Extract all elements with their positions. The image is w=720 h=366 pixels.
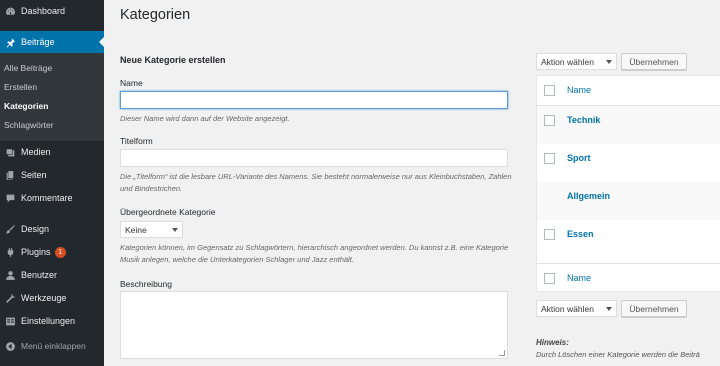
category-link[interactable]: Essen [567, 229, 594, 239]
submenu-categories[interactable]: Kategorien [4, 101, 48, 111]
bulk-action-top-value: Aktion wählen [541, 56, 594, 67]
collapse-menu-label: Menü einklappen [21, 341, 86, 351]
menu-design[interactable]: Design [0, 218, 104, 240]
parent-selected-value: Keine [125, 224, 147, 235]
main-content: Kategorien Neue Kategorie erstellen Name… [104, 0, 720, 366]
submenu-new-post[interactable]: Erstellen [4, 82, 37, 92]
submenu-tags[interactable]: Schlagwörter [4, 120, 54, 130]
menu-settings[interactable]: Einstellungen [0, 310, 104, 332]
collapse-menu-button[interactable]: Menü einklappen [0, 335, 104, 357]
menu-users[interactable]: Benutzer [0, 264, 104, 286]
bulk-action-bottom-value: Aktion wählen [541, 303, 594, 314]
table-row: Technik [537, 106, 720, 144]
column-name-header[interactable]: Name [567, 85, 591, 95]
add-category-heading: Neue Kategorie erstellen [120, 55, 226, 65]
hint-text: Durch Löschen einer Kategorie werden die… [536, 350, 700, 359]
column-name-footer[interactable]: Name [567, 273, 591, 283]
table-row: Essen [537, 220, 720, 258]
menu-posts-label: Beiträge [21, 37, 55, 47]
menu-comments-label: Kommentare [21, 193, 73, 203]
plugins-update-badge: 1 [54, 246, 66, 258]
bulk-action-select-bottom[interactable]: Aktion wählen [536, 300, 617, 317]
name-input[interactable] [120, 91, 508, 109]
pushpin-icon [4, 36, 16, 48]
dropdown-arrow-icon [606, 307, 612, 311]
menu-pages[interactable]: Seiten [0, 164, 104, 186]
menu-media[interactable]: Medien [0, 141, 104, 163]
table-row: Allgemein [537, 182, 720, 220]
wrench-icon [4, 292, 16, 304]
menu-dashboard[interactable]: Dashboard [0, 0, 104, 22]
apply-button-bottom[interactable]: Übernehmen [621, 300, 687, 317]
dropdown-arrow-icon [606, 60, 612, 64]
category-link[interactable]: Sport [567, 153, 591, 163]
collapse-icon [4, 340, 16, 352]
parent-description: Kategorien können, im Gegensatz zu Schla… [120, 243, 509, 264]
menu-tools-label: Werkzeuge [21, 293, 67, 303]
comments-icon [4, 192, 16, 204]
menu-users-label: Benutzer [21, 270, 58, 280]
admin-sidebar: Dashboard Beiträge Alle Beiträge Erstell… [0, 0, 104, 366]
menu-posts[interactable]: Beiträge [0, 31, 104, 53]
menu-plugins[interactable]: Plugins 1 [0, 241, 104, 263]
menu-design-label: Design [21, 224, 50, 234]
menu-tools[interactable]: Werkzeuge [0, 287, 104, 309]
row-checkbox[interactable] [544, 153, 555, 164]
menu-dashboard-label: Dashboard [21, 6, 66, 16]
bulk-action-select-top[interactable]: Aktion wählen [536, 53, 617, 70]
category-link[interactable]: Allgemein [567, 191, 610, 201]
slug-input[interactable] [120, 149, 508, 167]
dashboard-icon [4, 5, 16, 17]
resize-handle-icon[interactable] [499, 350, 505, 356]
media-icon [4, 146, 16, 158]
submenu-all-posts[interactable]: Alle Beiträge [4, 63, 52, 73]
table-row: Sport [537, 144, 720, 182]
slug-label: Titelform [120, 136, 153, 146]
brush-icon [4, 223, 16, 235]
table-header-row: Name [537, 76, 720, 106]
page-title: Kategorien [120, 7, 191, 23]
description-label: Beschreibung [120, 279, 172, 289]
category-link[interactable]: Technik [567, 115, 600, 125]
menu-media-label: Medien [21, 147, 51, 157]
dropdown-arrow-icon [172, 228, 178, 232]
menu-plugins-label: Plugins [21, 247, 51, 257]
name-label: Name [120, 78, 143, 88]
parent-category-select[interactable]: Keine [120, 221, 183, 238]
menu-settings-label: Einstellungen [21, 316, 76, 326]
menu-comments[interactable]: Kommentare [0, 187, 104, 209]
hint-title: Hinweis: [536, 338, 569, 347]
plugin-icon [4, 246, 16, 258]
name-description: Dieser Name wird dann auf der Website an… [120, 114, 290, 123]
description-textarea[interactable] [120, 291, 508, 359]
posts-submenu: Alle Beiträge Erstellen Kategorien Schla… [0, 53, 104, 141]
row-checkbox[interactable] [544, 229, 555, 240]
select-all-checkbox[interactable] [544, 85, 555, 96]
select-all-checkbox-footer[interactable] [544, 273, 555, 284]
apply-button-top[interactable]: Übernehmen [621, 53, 687, 70]
pages-icon [4, 169, 16, 181]
parent-label: Übergeordnete Kategorie [120, 207, 216, 217]
row-checkbox[interactable] [544, 115, 555, 126]
settings-icon [4, 315, 16, 327]
categories-table: Name Technik Sport Allgemein Essen Name [536, 75, 720, 292]
user-icon [4, 269, 16, 281]
table-footer-row: Name [537, 263, 720, 292]
slug-description: Die „Titelform“ ist die lesbare URL-Vari… [120, 172, 512, 193]
menu-pages-label: Seiten [21, 170, 47, 180]
